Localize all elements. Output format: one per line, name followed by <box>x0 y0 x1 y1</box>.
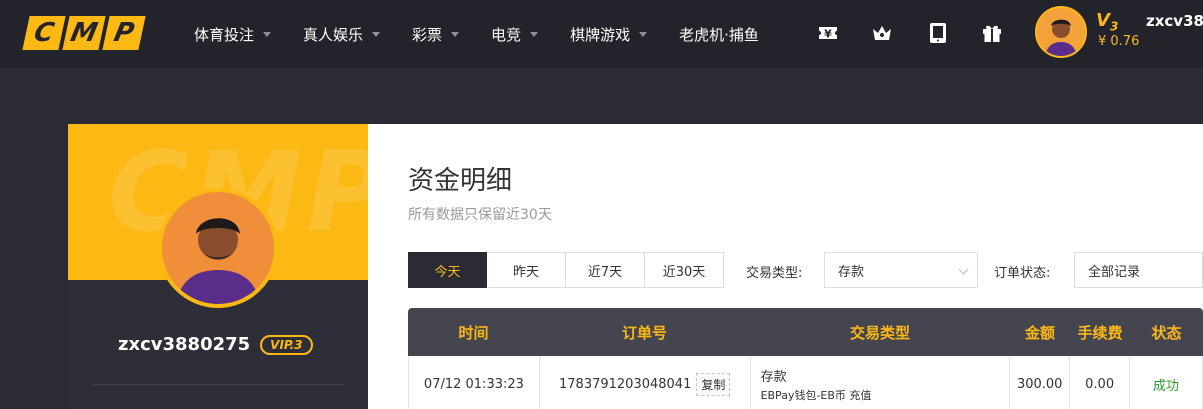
logo-letter: M <box>62 16 106 50</box>
vip-level-letter: V <box>1096 10 1110 31</box>
funds-table: 时间 订单号 交易类型 金额 手续费 状态 07/12 01:33:23 178… <box>408 308 1203 409</box>
table-row: 07/12 01:33:23 1783791203048041 复制 存款 EB… <box>408 356 1203 409</box>
nav-item-slots-fishing[interactable]: 老虎机·捕鱼 <box>679 24 759 45</box>
chevron-down-icon <box>263 31 272 37</box>
cmp-logo[interactable]: C M P <box>22 16 146 50</box>
order-number: 1783791203048041 <box>559 376 692 392</box>
profile-username-row: zxcv3880275 VIP.3 <box>118 334 318 355</box>
tablet-icon[interactable] <box>927 22 949 44</box>
nav-item-lottery[interactable]: 彩票 <box>412 24 460 45</box>
balance: ¥ 0.76 <box>1098 34 1140 49</box>
vip-level-number: 3 <box>1109 19 1119 34</box>
nav-item-label: 体育投注 <box>194 25 255 44</box>
profile-username: zxcv3880275 <box>118 334 251 355</box>
main-nav: 体育投注 真人娱乐 彩票 电竞 棋牌游戏 老虎机·捕鱼 <box>194 0 771 68</box>
nav-item-sports[interactable]: 体育投注 <box>194 24 272 45</box>
select-value: 存款 <box>838 264 865 280</box>
status-badge: 成功 <box>1153 378 1180 394</box>
column-header-time: 时间 <box>458 323 489 342</box>
username[interactable]: zxcv3880275 <box>1146 12 1203 30</box>
copy-button[interactable]: 复制 <box>696 372 731 396</box>
chevron-down-icon <box>530 31 539 37</box>
profile-avatar <box>158 188 278 308</box>
nav-item-label: 老虎机·捕鱼 <box>679 25 759 44</box>
nav-item-label: 彩票 <box>412 25 443 44</box>
transaction-type-label: 交易类型: <box>746 266 803 281</box>
nav-item-card-games[interactable]: 棋牌游戏 <box>570 24 648 45</box>
nav-item-label: 电竞 <box>491 25 522 44</box>
nav-item-esports[interactable]: 电竞 <box>491 24 539 45</box>
date-range-tabs: 今天 昨天 近7天 近30天 <box>408 252 724 288</box>
cell-time: 07/12 01:33:23 <box>409 356 540 409</box>
cell-status: 成功 <box>1130 356 1203 409</box>
transaction-type: 存款 <box>760 369 787 385</box>
cell-order-no: 1783791203048041 复制 <box>540 356 751 409</box>
tab-last-7-days[interactable]: 近7天 <box>566 252 645 288</box>
nav-item-label: 棋牌游戏 <box>570 25 631 44</box>
vip-pill: VIP.3 <box>260 334 313 355</box>
column-header-order-no: 订单号 <box>621 323 667 342</box>
chevron-down-icon <box>451 31 460 37</box>
cell-amount: 300.00 <box>1010 356 1071 409</box>
logo-letter: P <box>102 16 146 50</box>
tab-yesterday[interactable]: 昨天 <box>487 252 566 288</box>
nav-item-live-casino[interactable]: 真人娱乐 <box>303 24 381 45</box>
table-header: 时间 订单号 交易类型 金额 手续费 状态 <box>408 308 1203 356</box>
logo-letter: C <box>22 16 66 50</box>
cell-type: 存款 EBPay钱包-EB币 充值 <box>751 356 1011 409</box>
order-status-select[interactable]: 全部记录 <box>1074 252 1203 288</box>
select-value: 全部记录 <box>1088 264 1141 280</box>
svg-text:¥: ¥ <box>824 28 832 41</box>
column-header-type: 交易类型 <box>849 323 910 342</box>
order-status-label: 订单状态: <box>994 266 1051 281</box>
ticket-icon[interactable]: ¥ <box>817 22 839 44</box>
crown-icon[interactable] <box>871 22 893 44</box>
top-nav-bar: C M P 体育投注 真人娱乐 彩票 电竞 棋牌游戏 老虎机·捕鱼 ¥ V3 ¥… <box>0 0 1203 68</box>
chevron-down-icon <box>372 31 381 37</box>
chevron-down-icon <box>639 31 648 37</box>
tab-today[interactable]: 今天 <box>408 252 487 288</box>
chevron-down-icon <box>958 264 969 275</box>
column-header-fee: 手续费 <box>1077 323 1123 342</box>
column-header-status: 状态 <box>1151 323 1182 342</box>
vip-level-badge: V3 <box>1096 10 1118 34</box>
transaction-channel: EBPay钱包-EB币 充值 <box>760 388 872 402</box>
profile-sidebar: CMP zxcv3880275 VIP.3 <box>68 124 368 409</box>
tab-last-30-days[interactable]: 近30天 <box>645 252 724 288</box>
gift-icon[interactable] <box>981 22 1003 44</box>
nav-item-label: 真人娱乐 <box>303 25 364 44</box>
cell-fee: 0.00 <box>1070 356 1131 409</box>
divider <box>93 384 343 385</box>
page-subtitle: 所有数据只保留近30天 <box>408 207 552 223</box>
transaction-type-select[interactable]: 存款 <box>824 252 978 288</box>
avatar[interactable] <box>1035 6 1087 58</box>
funds-detail-panel: 资金明细 所有数据只保留近30天 今天 昨天 近7天 近30天 交易类型: 存款… <box>368 124 1203 409</box>
page-title: 资金明细 <box>408 166 513 196</box>
column-header-amount: 金额 <box>1024 323 1055 342</box>
